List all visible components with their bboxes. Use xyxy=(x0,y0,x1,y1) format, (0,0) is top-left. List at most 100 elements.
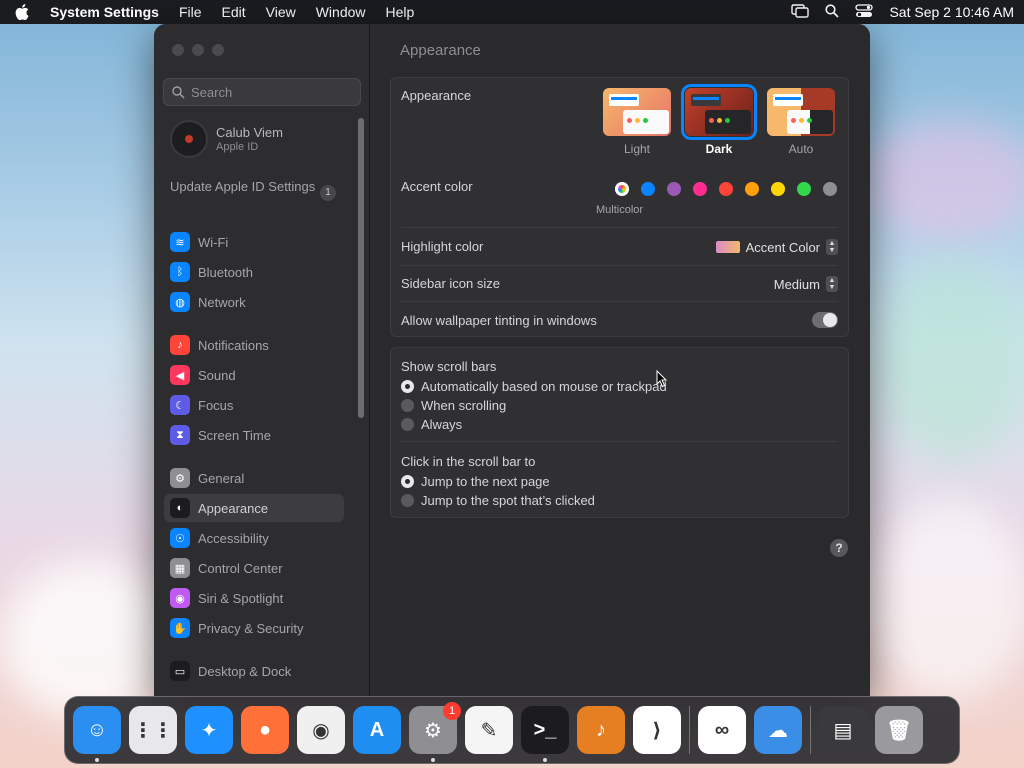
highlight-swatch xyxy=(715,241,740,253)
finder-icon[interactable]: ☺ xyxy=(73,706,121,762)
search-field[interactable]: Search xyxy=(163,78,361,106)
accent-swatch-pink[interactable] xyxy=(693,182,707,196)
sidebar-item-siri-spotlight[interactable]: ◉ Siri & Spotlight xyxy=(164,584,344,612)
help-menu[interactable]: Help xyxy=(386,4,415,20)
minimize-window-button[interactable] xyxy=(192,44,204,56)
appearance-option-auto[interactable]: Auto xyxy=(767,88,835,156)
window-controls xyxy=(172,44,224,56)
auto-mode-thumbnail xyxy=(767,88,835,136)
control-center-menu-icon[interactable] xyxy=(855,3,874,21)
garageband-icon[interactable]: ♪ xyxy=(577,706,625,754)
dock-glyph: A xyxy=(369,718,385,741)
wifi-icon: ≋ xyxy=(170,232,190,252)
sidebar-item-screen-time[interactable]: ⧗ Screen Time xyxy=(164,421,344,449)
wallpaper-tinting-toggle[interactable] xyxy=(812,312,838,328)
sidebar-item-wi-fi[interactable]: ≋ Wi-Fi xyxy=(164,228,344,256)
terminal-icon[interactable]: >_ xyxy=(521,706,569,762)
appearance-option-light[interactable]: Light xyxy=(603,88,671,156)
help-button[interactable]: ? xyxy=(830,539,848,557)
file-menu[interactable]: File xyxy=(179,4,202,20)
spotlight-search-icon[interactable] xyxy=(825,3,840,21)
profile-subtitle: Apple ID xyxy=(216,141,259,153)
sidebar-icon-size-value: Medium xyxy=(773,276,820,292)
dock-glyph: ✎ xyxy=(480,719,498,742)
pane-title: Appearance xyxy=(400,42,481,59)
firefox-icon[interactable]: ● xyxy=(241,706,289,754)
accent-swatch-graphite[interactable] xyxy=(823,182,837,196)
gear-icon: ⚙ xyxy=(170,468,190,488)
dock-glyph: ● xyxy=(258,718,272,741)
visual-studio-icon[interactable]: ∞ xyxy=(698,706,746,754)
sidebar-item-general[interactable]: ⚙ General xyxy=(164,464,344,492)
sidebar-item-desktop-dock[interactable]: ▭ Desktop & Dock xyxy=(164,657,344,685)
sidebar-scrollbar[interactable] xyxy=(358,118,364,418)
trash-icon[interactable]: 🗑 xyxy=(875,706,923,754)
avatar xyxy=(170,120,208,158)
dark-mode-thumbnail xyxy=(681,84,757,140)
sidebar-icon-size-popup[interactable]: Medium ▲ ▼ xyxy=(774,276,838,292)
dock-separator xyxy=(810,706,811,754)
accent-swatch-green[interactable] xyxy=(797,182,811,196)
click-scroll-bar-label: Click in the scroll bar to xyxy=(401,454,536,469)
auto-label: Auto xyxy=(788,142,814,156)
launchpad-icon[interactable]: ⋮⋮ xyxy=(129,706,177,754)
accent-swatch-orange[interactable] xyxy=(745,182,759,196)
wallpaper-cloud xyxy=(880,260,1024,460)
scroll-bars-option-automatic[interactable]: Automatically based on mouse or trackpad xyxy=(401,379,667,394)
sidebar-item-focus[interactable]: ☾ Focus xyxy=(164,391,344,419)
app-name-menu[interactable]: System Settings xyxy=(50,4,159,20)
scroll-bars-option-scrolling[interactable]: When scrolling xyxy=(401,398,506,413)
radio-label: Always xyxy=(421,417,463,432)
accent-swatch-red[interactable] xyxy=(719,182,733,196)
safari-icon[interactable]: ✦ xyxy=(185,706,233,754)
system-settings-icon[interactable]: ⚙ 1 xyxy=(409,702,461,762)
accent-swatch-multicolor[interactable] xyxy=(615,182,629,196)
scroll-bars-option-always[interactable]: Always xyxy=(401,417,462,432)
highlight-color-popup[interactable]: Accent Color ▲ ▼ xyxy=(715,239,838,255)
radio-label: Jump to the spot that’s clicked xyxy=(421,493,595,508)
app-store-icon[interactable]: A xyxy=(353,706,401,754)
sidebar-item-label: Notifications xyxy=(198,337,269,353)
weather-icon[interactable]: ☁ xyxy=(754,706,802,754)
downloads-stack-icon[interactable]: ▤ xyxy=(819,706,867,754)
sidebar-item-network[interactable]: ◍ Network xyxy=(164,288,344,316)
radio-button-selected xyxy=(401,475,414,488)
sidebar-item-label: Wi-Fi xyxy=(198,234,229,250)
chevron-updown-icon: ▲ ▼ xyxy=(826,276,838,292)
sidebar-item-notifications[interactable]: ♪ Notifications xyxy=(164,331,344,359)
sidebar-item-control-center[interactable]: ▦ Control Center xyxy=(164,554,344,582)
update-apple-id-item[interactable]: Update Apple ID Settings 1 xyxy=(170,179,340,201)
menu-clock[interactable]: Sat Sep 2 10:46 AM xyxy=(889,4,1014,20)
sidebar-item-appearance[interactable]: ◐ Appearance xyxy=(164,494,344,522)
textedit-icon[interactable]: ✎ xyxy=(465,706,513,754)
screen-mirroring-icon[interactable] xyxy=(791,3,810,21)
accent-swatch-yellow[interactable] xyxy=(771,182,785,196)
view-menu[interactable]: View xyxy=(266,4,296,20)
dock-icon: ▭ xyxy=(170,661,190,681)
moon-icon: ☾ xyxy=(170,395,190,415)
click-option-spot-clicked[interactable]: Jump to the spot that’s clicked xyxy=(401,493,595,508)
apple-menu-icon[interactable] xyxy=(10,4,34,20)
close-window-button[interactable] xyxy=(172,44,184,56)
sidebar-item-label: Appearance xyxy=(198,500,269,516)
sidebar-item-sound[interactable]: ◀ Sound xyxy=(164,361,344,389)
appearance-option-dark[interactable]: Dark xyxy=(681,84,757,156)
sidebar-item-bluetooth[interactable]: ᛒ Bluetooth xyxy=(164,258,344,286)
sidebar-item-accessibility[interactable]: ☉ Accessibility xyxy=(164,524,344,552)
dock-glyph: >_ xyxy=(533,718,557,741)
bell-icon: ♪ xyxy=(170,335,190,355)
appearance-icon: ◐ xyxy=(170,498,190,518)
vscode-icon[interactable]: ⟩ xyxy=(633,706,681,754)
sidebar-item-privacy-security[interactable]: ✋ Privacy & Security xyxy=(164,614,344,642)
apple-id-profile[interactable]: Calub Viem Apple ID xyxy=(170,120,283,158)
wallpaper-tinting-label: Allow wallpaper tinting in windows xyxy=(401,313,597,328)
accent-swatch-blue[interactable] xyxy=(641,182,655,196)
wallpaper-cloud xyxy=(870,500,1024,700)
zoom-window-button[interactable] xyxy=(212,44,224,56)
click-option-next-page[interactable]: Jump to the next page xyxy=(401,474,550,489)
edit-menu[interactable]: Edit xyxy=(222,4,246,20)
window-menu[interactable]: Window xyxy=(316,4,366,20)
chrome-icon[interactable]: ◉ xyxy=(297,706,345,754)
speaker-icon: ◀ xyxy=(170,365,190,385)
accent-swatch-purple[interactable] xyxy=(667,182,681,196)
